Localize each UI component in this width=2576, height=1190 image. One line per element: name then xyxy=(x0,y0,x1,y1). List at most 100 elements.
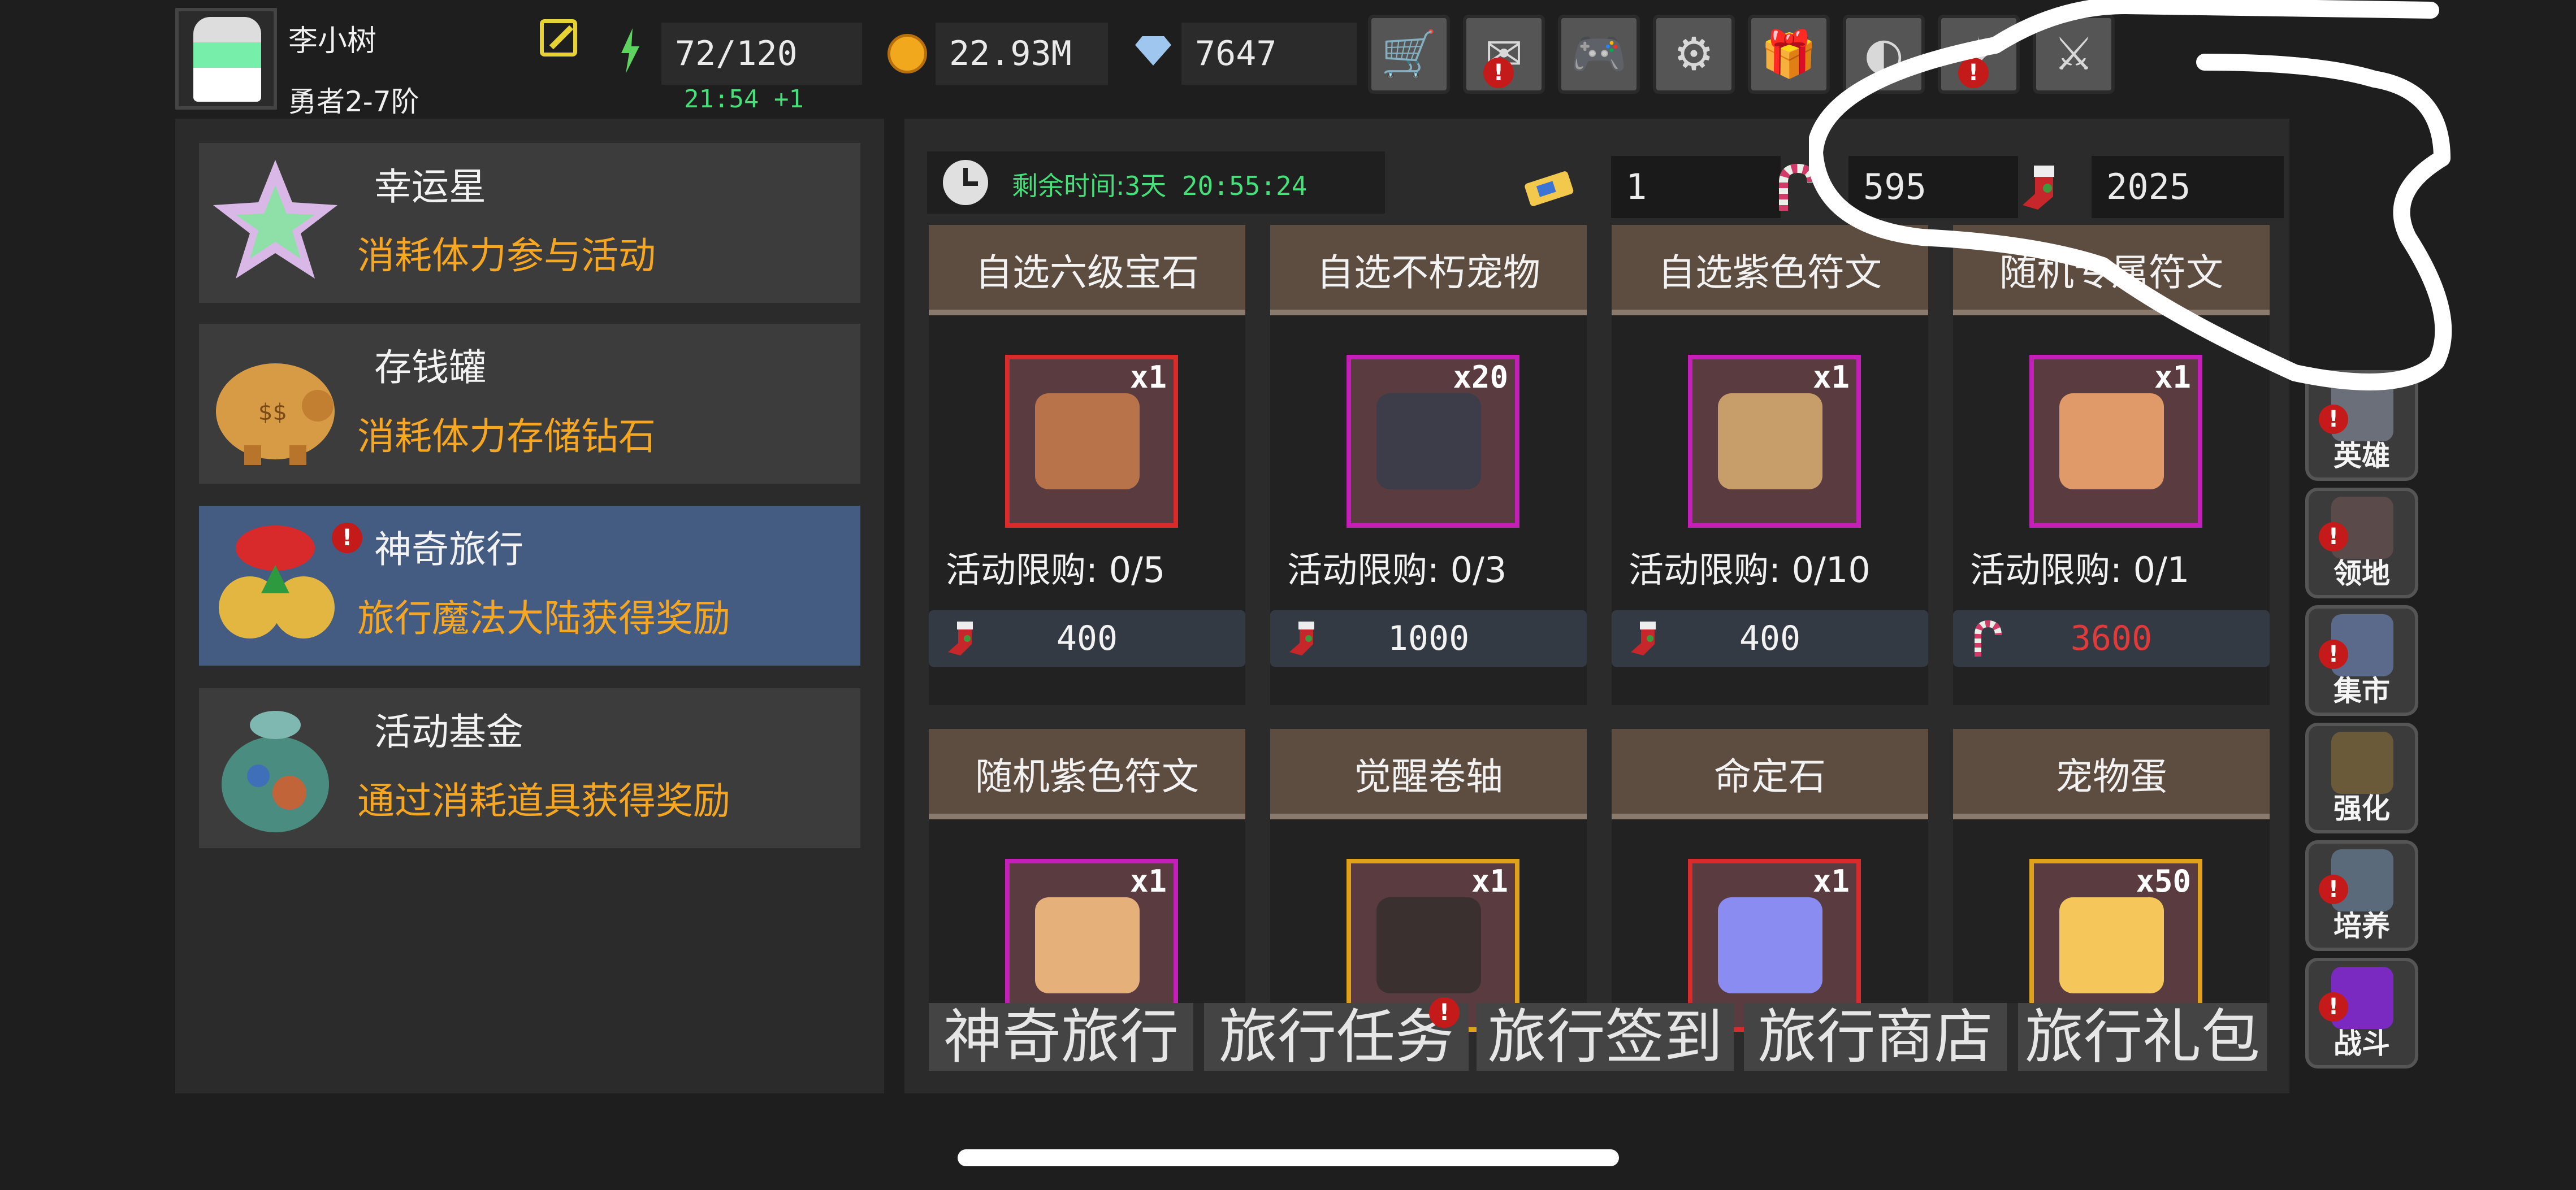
gem-value: 7647 xyxy=(1181,23,1357,85)
side-nav-label: 战斗 xyxy=(2333,1027,2390,1060)
shop-item-icon[interactable]: x1 xyxy=(1005,355,1178,528)
side-nav-label: 培养 xyxy=(2333,910,2390,943)
shop-item-icon[interactable]: x20 xyxy=(1347,355,1519,528)
tab-2[interactable]: 旅行签到 xyxy=(1477,1003,1734,1071)
activity-menu-item[interactable]: 神奇旅行旅行魔法大陆获得奖励! xyxy=(199,506,860,666)
activity-title: 神奇旅行 xyxy=(374,528,523,571)
timer-value: 3天 20:55:24 xyxy=(1124,171,1308,201)
activity-menu-item[interactable]: 活动基金通过消耗道具获得奖励 xyxy=(199,688,860,848)
alert-badge-icon: ! xyxy=(2319,875,2348,904)
gamepad-button[interactable]: 🎮 xyxy=(1558,15,1640,94)
item-art xyxy=(2059,393,2164,489)
item-art xyxy=(1035,393,1140,489)
shop-item-card[interactable]: 宠物蛋 x50 xyxy=(1953,729,2270,1032)
side-nav-label: 集市 xyxy=(2333,675,2390,707)
gear-button[interactable]: ⚙ xyxy=(1653,15,1735,94)
tab-0[interactable]: 神奇旅行 xyxy=(929,1003,1193,1071)
activity-thumbnail-icon: $$ xyxy=(205,332,346,474)
alert-badge-icon: ! xyxy=(1429,997,1460,1028)
home-indicator[interactable] xyxy=(958,1149,1619,1166)
shop-item-name: 宠物蛋 xyxy=(1953,729,2270,819)
shop-item-card[interactable]: 觉醒卷轴 x1 xyxy=(1270,729,1587,1032)
item-art xyxy=(1376,393,1481,489)
gamepad-icon: 🎮 xyxy=(1570,28,1627,80)
activity-thumbnail-icon xyxy=(205,514,346,655)
avatar-image xyxy=(193,17,261,102)
side-nav-5[interactable]: 战斗! xyxy=(2305,958,2418,1069)
shop-item-card[interactable]: 自选六级宝石 x1 活动限购: 0/5 400 xyxy=(929,225,1245,705)
activity-title: 幸运星 xyxy=(374,165,486,209)
alert-badge-icon: ! xyxy=(1483,58,1514,88)
purchase-limit: 活动限购: 0/1 xyxy=(1970,549,2190,590)
alert-badge-icon: ! xyxy=(2319,522,2348,551)
timer-label: 剩余时间: xyxy=(1012,171,1125,201)
energy-icon xyxy=(608,28,653,73)
clock-icon xyxy=(943,160,988,205)
item-price: 400 xyxy=(1739,619,1801,658)
buy-button[interactable]: 3600 xyxy=(1953,610,2270,667)
avatar[interactable] xyxy=(175,8,277,110)
item-quantity: x1 xyxy=(1129,863,1167,899)
shop-item-card[interactable]: 随机紫色符文 x1 xyxy=(929,729,1245,1032)
side-nav-label: 强化 xyxy=(2333,792,2390,825)
buy-button[interactable]: 400 xyxy=(929,610,1245,667)
energy-value: 72/120 xyxy=(661,23,862,85)
gold-value: 22.93M xyxy=(936,23,1108,85)
side-nav-icon xyxy=(2331,732,2393,794)
ticket-count: 1 xyxy=(1611,156,1781,218)
activity-title: 活动基金 xyxy=(374,710,523,754)
energy-regen-timer: 21:54 +1 xyxy=(684,85,804,114)
activity-thumbnail-icon xyxy=(205,151,346,293)
item-price: 400 xyxy=(1056,619,1118,658)
activity-menu-item[interactable]: 幸运星消耗体力参与活动 xyxy=(199,143,860,303)
purchase-limit: 活动限购: 0/5 xyxy=(946,549,1166,590)
shop-item-name: 觉醒卷轴 xyxy=(1270,729,1587,819)
cart-button[interactable]: 🛒 xyxy=(1368,15,1450,94)
gear-icon: ⚙ xyxy=(1673,28,1715,80)
edit-icon[interactable] xyxy=(540,19,577,57)
activity-description: 旅行魔法大陆获得奖励 xyxy=(357,597,730,640)
buy-button[interactable]: 1000 xyxy=(1270,610,1587,667)
ticket-icon xyxy=(1521,160,1577,216)
item-art xyxy=(1035,897,1140,993)
activity-description: 通过消耗道具获得奖励 xyxy=(357,779,730,823)
alert-badge-icon: ! xyxy=(2319,405,2348,434)
activity-thumbnail-icon xyxy=(205,697,346,838)
activity-description: 消耗体力存储钻石 xyxy=(357,415,656,458)
buy-button[interactable]: 400 xyxy=(1612,610,1928,667)
side-nav-2[interactable]: 集市! xyxy=(2305,605,2418,716)
svg-text:$$: $$ xyxy=(258,399,287,425)
item-art xyxy=(1376,897,1481,993)
remaining-time: 剩余时间:3天 20:55:24 xyxy=(1012,166,1307,203)
alert-badge-icon: ! xyxy=(2319,992,2348,1022)
item-price: 3600 xyxy=(2070,619,2153,658)
shop-item-card[interactable]: 命定石 x1 xyxy=(1612,729,1928,1032)
activity-menu-item[interactable]: $$ 存钱罐消耗体力存储钻石 xyxy=(199,324,860,484)
shop-item-name: 命定石 xyxy=(1612,729,1928,819)
shop-item-name: 自选六级宝石 xyxy=(929,225,1245,315)
shop-item-name: 随机紫色符文 xyxy=(929,729,1245,819)
item-quantity: x1 xyxy=(1129,359,1167,395)
alert-badge-icon: ! xyxy=(332,523,362,553)
shop-item-card[interactable]: 自选不朽宠物 x20 活动限购: 0/3 1000 xyxy=(1270,225,1587,705)
tab-3[interactable]: 旅行商店 xyxy=(1744,1003,2007,1071)
gem-icon xyxy=(1131,28,1176,73)
item-quantity: x50 xyxy=(2136,863,2191,899)
cart-icon: 🛒 xyxy=(1380,28,1438,80)
activity-description: 消耗体力参与活动 xyxy=(357,234,656,277)
item-quantity: x1 xyxy=(1812,863,1850,899)
purchase-limit: 活动限购: 0/3 xyxy=(1287,549,1507,590)
mail-button[interactable]: ✉! xyxy=(1463,15,1545,94)
purchase-limit: 活动限购: 0/10 xyxy=(1629,549,1871,590)
player-rank: 勇者2-7阶 xyxy=(288,85,419,118)
item-art xyxy=(2059,897,2164,993)
activity-title: 存钱罐 xyxy=(374,346,486,389)
annotation-scribble xyxy=(1809,0,2452,390)
side-nav-label: 英雄 xyxy=(2333,440,2390,472)
alert-badge-icon: ! xyxy=(2319,640,2348,669)
side-nav-3[interactable]: 强化 xyxy=(2305,723,2418,833)
tab-4[interactable]: 旅行礼包 xyxy=(2018,1003,2267,1071)
item-art xyxy=(1718,393,1822,489)
side-nav-1[interactable]: 领地! xyxy=(2305,488,2418,598)
side-nav-4[interactable]: 培养! xyxy=(2305,840,2418,951)
